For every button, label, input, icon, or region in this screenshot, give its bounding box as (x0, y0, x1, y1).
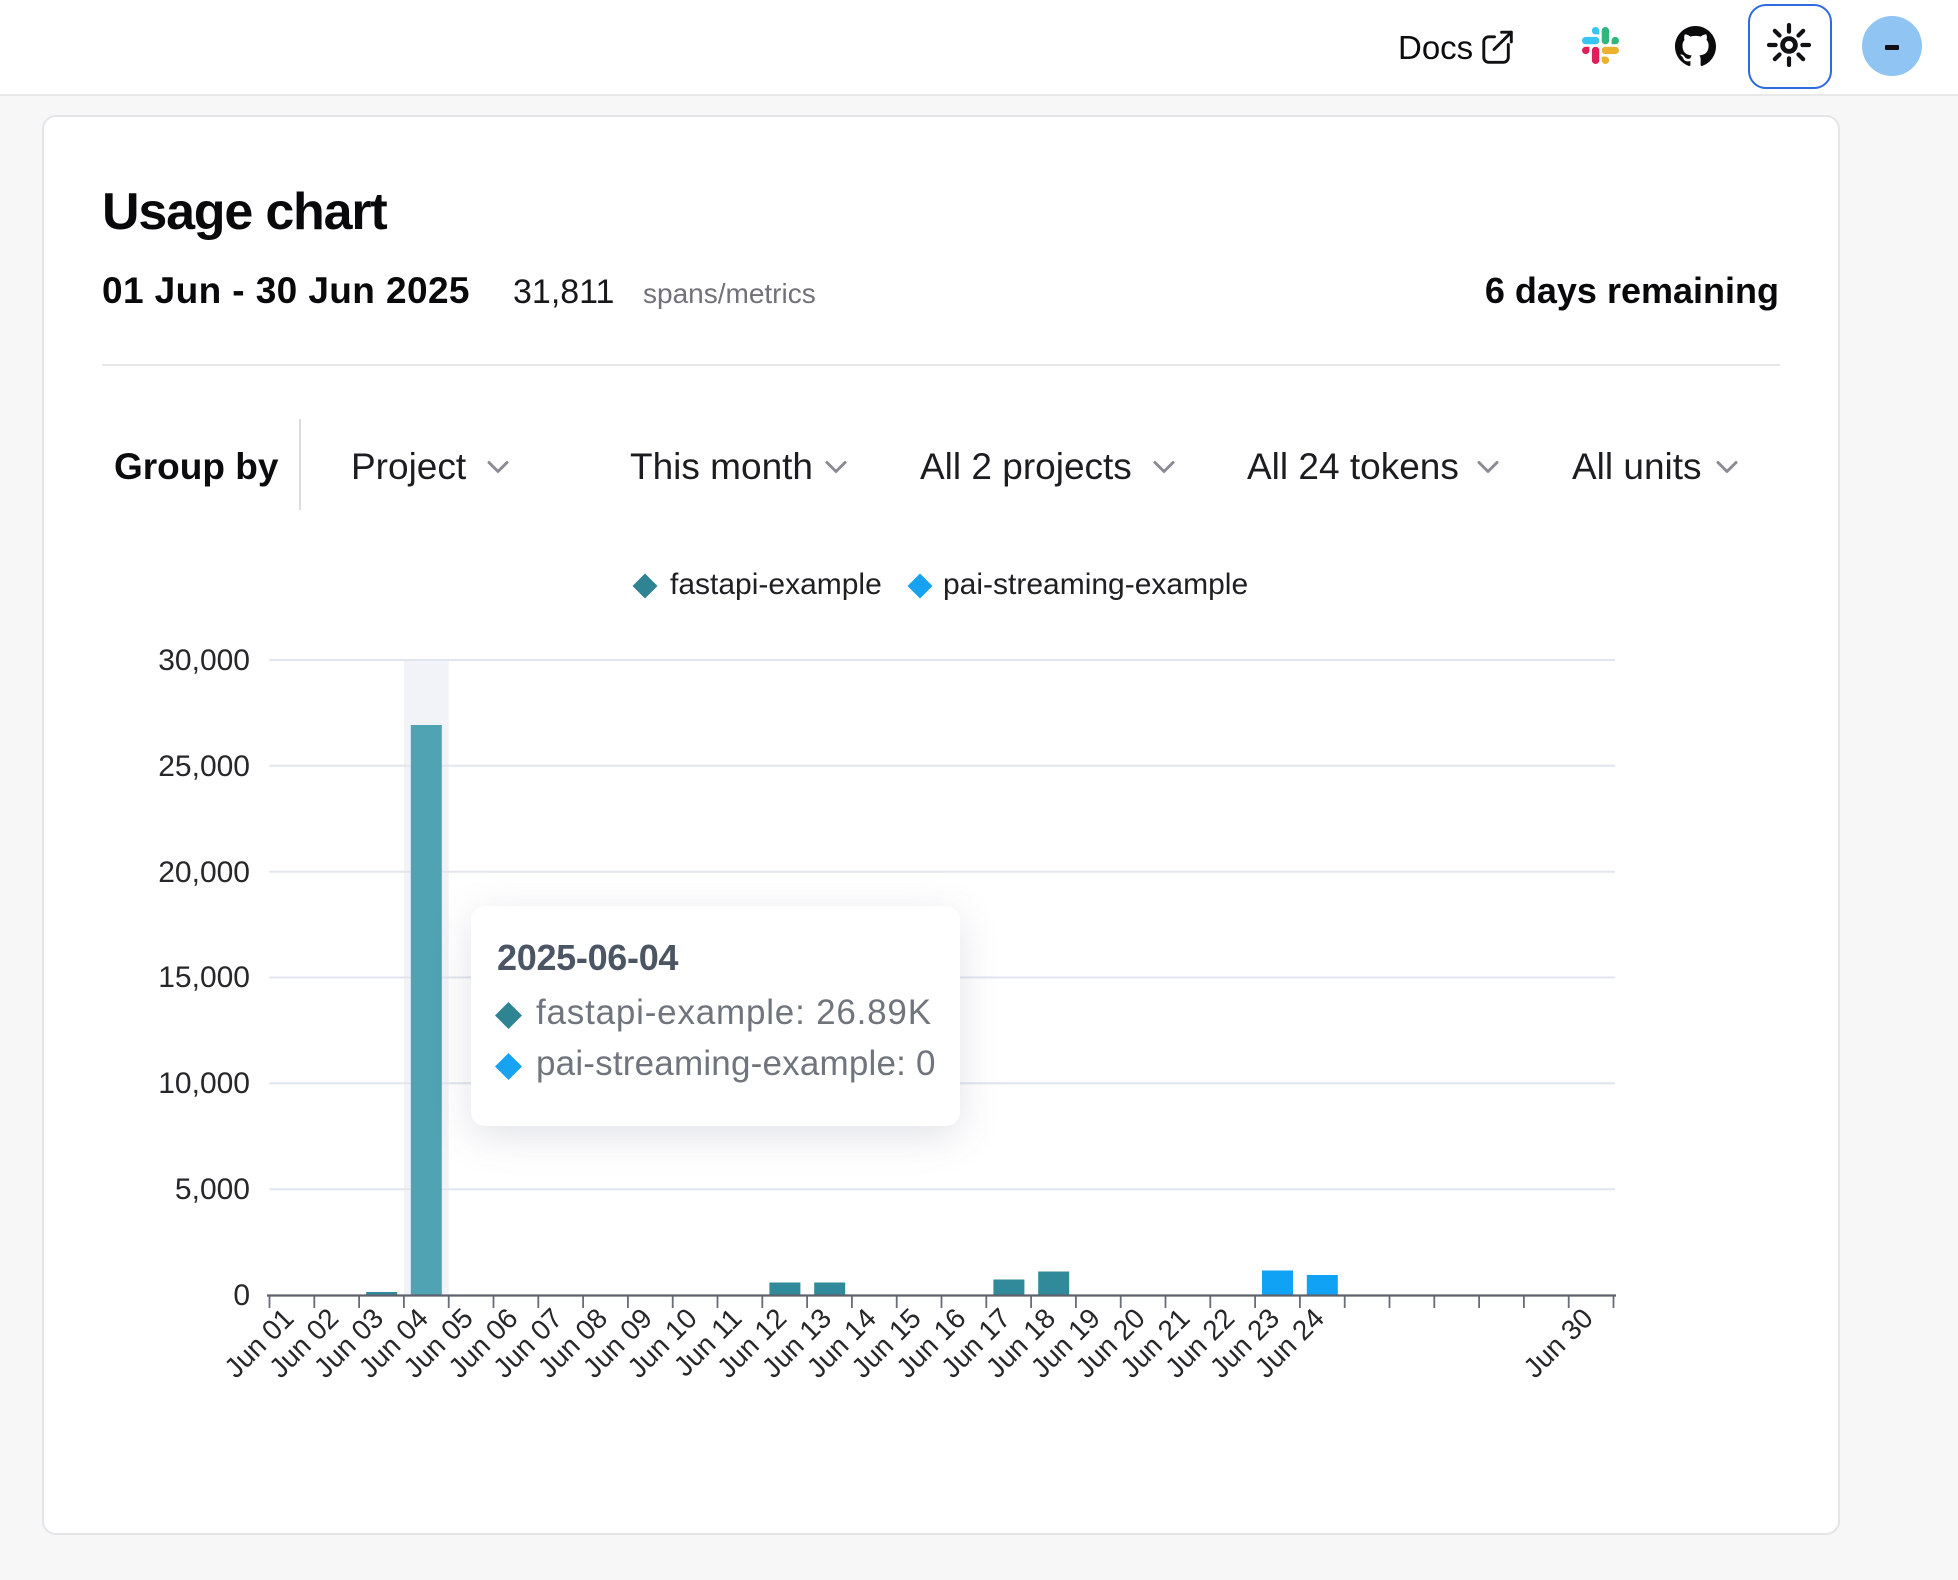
svg-text:30,000: 30,000 (158, 644, 250, 677)
svg-text:15,000: 15,000 (158, 961, 250, 994)
svg-text:Jun 30: Jun 30 (1517, 1302, 1598, 1383)
svg-text:25,000: 25,000 (158, 750, 250, 783)
svg-text:0: 0 (233, 1279, 250, 1312)
svg-text:20,000: 20,000 (158, 856, 250, 889)
svg-text:10,000: 10,000 (158, 1067, 250, 1100)
svg-text:5,000: 5,000 (175, 1173, 250, 1206)
